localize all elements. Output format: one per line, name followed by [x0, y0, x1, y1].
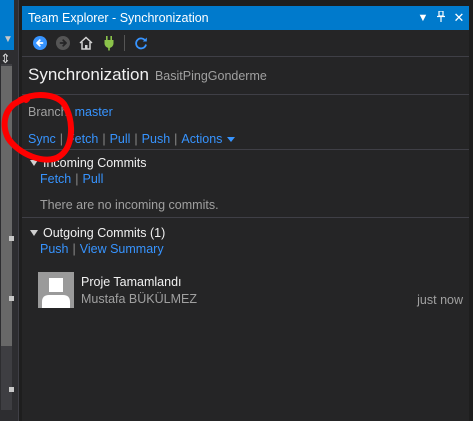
actions-menu-label: Actions [181, 132, 223, 146]
plug-icon[interactable] [99, 33, 119, 53]
incoming-fetch-link[interactable]: Fetch [40, 172, 71, 186]
outgoing-commits-section: Outgoing Commits (1) Push | View Summary… [22, 218, 469, 308]
commit-message: Proje Tamamlandı [81, 275, 182, 289]
outgoing-actions-row: Push | View Summary [30, 240, 469, 256]
toolbar [22, 30, 469, 57]
commit-text: Proje Tamamlandı Mustafa BÜKÜLMEZ [81, 272, 197, 306]
screenshot-root: ▼ ⇕ Team Explorer - Synchronization ▼ ✕ [0, 0, 473, 421]
separator: | [174, 132, 178, 146]
collapse-triangle-icon[interactable] [30, 160, 38, 166]
fetch-link[interactable]: Fetch [67, 132, 98, 146]
window-title: Team Explorer - Synchronization [28, 11, 209, 25]
scroll-marker [9, 387, 14, 392]
dropdown-arrow-icon[interactable]: ▼ [3, 34, 13, 45]
incoming-actions-row: Fetch | Pull [30, 170, 469, 186]
sync-link[interactable]: Sync [28, 132, 56, 146]
view-summary-link[interactable]: View Summary [80, 242, 164, 256]
avatar [38, 272, 74, 308]
repository-name: BasitPingGonderme [154, 69, 267, 83]
sync-actions-row: Sync | Fetch | Pull | Push | Actions [22, 123, 469, 150]
separator: | [72, 242, 76, 256]
separator: | [59, 132, 64, 146]
close-icon[interactable]: ✕ [451, 10, 467, 26]
scroll-marker [9, 236, 14, 241]
outgoing-commits-header[interactable]: Outgoing Commits (1) [30, 218, 469, 240]
page-title: Synchronization [28, 65, 149, 84]
collapse-triangle-icon[interactable] [30, 230, 38, 236]
branch-row: Branch: master [22, 95, 469, 123]
pull-link[interactable]: Pull [110, 132, 131, 146]
back-arrow-icon[interactable] [30, 33, 50, 53]
editor-margin: ▼ ⇕ [0, 0, 19, 421]
commit-item[interactable]: Proje Tamamlandı Mustafa BÜKÜLMEZ just n… [38, 272, 463, 308]
scroll-marker [9, 296, 14, 301]
editor-scroll-thumb[interactable] [1, 66, 12, 346]
push-link[interactable]: Push [142, 132, 171, 146]
toolbar-separator [124, 35, 125, 51]
outgoing-commits-title: Outgoing Commits (1) [43, 226, 166, 240]
refresh-icon[interactable] [131, 33, 151, 53]
dropdown-icon[interactable]: ▼ [415, 12, 431, 24]
outgoing-push-link[interactable]: Push [40, 242, 69, 256]
incoming-pull-link[interactable]: Pull [83, 172, 104, 186]
team-explorer-panel: Team Explorer - Synchronization ▼ ✕ Sync… [22, 6, 469, 421]
commit-time: just now [417, 293, 463, 307]
page-header: Synchronization BasitPingGonderme [22, 57, 469, 95]
caret-down-icon [227, 137, 236, 143]
incoming-commits-header[interactable]: Incoming Commits [30, 150, 469, 170]
separator: | [102, 132, 106, 146]
panel-titlebar: Team Explorer - Synchronization ▼ ✕ [22, 6, 469, 30]
forward-arrow-icon[interactable] [53, 33, 73, 53]
user-silhouette-icon [42, 278, 70, 308]
incoming-commits-section: Incoming Commits Fetch | Pull There are … [22, 150, 469, 218]
home-icon[interactable] [76, 33, 96, 53]
branch-label: Branch: [28, 105, 72, 119]
actions-menu[interactable]: Actions [181, 132, 236, 146]
pin-icon[interactable] [433, 10, 449, 25]
commit-author: Mustafa BÜKÜLMEZ [81, 292, 198, 306]
separator: | [75, 172, 79, 186]
branch-link[interactable]: master [75, 105, 113, 119]
separator: | [134, 132, 138, 146]
incoming-commits-title: Incoming Commits [43, 156, 147, 170]
